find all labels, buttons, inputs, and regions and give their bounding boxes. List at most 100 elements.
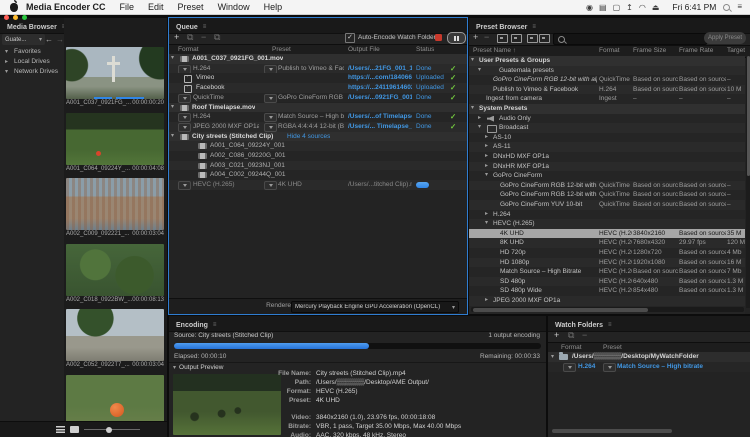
location-dropdown[interactable]: Guate... ▾: [2, 34, 45, 45]
disclosure-icon[interactable]: ▾: [171, 132, 174, 142]
queue-row-output[interactable]: QuickTimeGoPro CineForm RGB 12.../Users/…: [169, 93, 467, 103]
preset-row-jpeg-2000-mxf-op1a[interactable]: ▸JPEG 2000 MXF OP1a: [469, 296, 745, 306]
slider-handle[interactable]: [106, 427, 112, 433]
eject-status-icon[interactable]: ⏏: [652, 3, 660, 12]
queue-row-output[interactable]: HEVC (H.265)4K UHD/Users/...titched Clip…: [169, 180, 467, 190]
queue-row-source[interactable]: A001_C064_09224Y_001: [169, 141, 467, 151]
sync-status-icon[interactable]: ↥: [626, 3, 633, 12]
spotlight-search-icon[interactable]: [723, 4, 730, 11]
preset-row-hd-720p[interactable]: HD 720pHEVC (H.265)1280x720Based on sour…: [469, 248, 745, 258]
media-clip[interactable]: A001_C064_09224Y_...00:00:04:08: [66, 113, 164, 175]
preset-row-user-presets-groups[interactable]: ▾User Presets & Groups: [469, 56, 745, 66]
preset-row-dnxhr-mxf-op1a[interactable]: ▸DNxHR MXF OP1a: [469, 162, 745, 172]
preset-row-gopro-cineform[interactable]: ▾GoPro CineForm: [469, 171, 745, 181]
renderer-dropdown[interactable]: Mercury Playback Engine GPU Acceleration…: [291, 301, 459, 313]
output-file[interactable]: /Users/...titched Clip).mp4: [348, 180, 412, 190]
disclosure-icon[interactable]: ▸: [485, 296, 488, 306]
preset-dropdown[interactable]: [264, 123, 277, 132]
column-header-format[interactable]: Format: [561, 344, 582, 351]
queue-row-group[interactable]: ▾Roof Timelapse.mov: [169, 103, 467, 113]
forward-button[interactable]: →: [56, 35, 64, 44]
tab-watch-folders[interactable]: Watch Folders: [555, 322, 603, 329]
preset-row-system-presets[interactable]: ▾System Presets: [469, 104, 745, 114]
format-dropdown[interactable]: [178, 113, 191, 122]
preset-dropdown[interactable]: [264, 181, 277, 190]
queue-row-publish[interactable]: Vimeohttps://...com/184066142Uploaded✓: [169, 73, 467, 83]
sidebar-item-local-drives[interactable]: ▸Local Drives: [0, 57, 62, 67]
horizontal-scrollbar[interactable]: [471, 307, 744, 312]
queue-row-output[interactable]: H.264Match Source – High bitr.../Users/.…: [169, 112, 467, 122]
output-file[interactable]: /Users/...0921FG_001.mov: [348, 93, 412, 103]
chat-status-icon[interactable]: ▤: [599, 3, 607, 12]
queue-row-output[interactable]: JPEG 2000 MXF OP1aRGBA 4:4:4:4 12-bit (B…: [169, 122, 467, 132]
preset-row-ingest-from-camera[interactable]: Ingest from cameraIngest–––: [469, 94, 745, 104]
disclosure-icon[interactable]: ▾: [485, 219, 488, 229]
media-clip[interactable]: A002_C052_0922T7_...00:00:03:04: [66, 309, 164, 371]
preset-dropdown[interactable]: [603, 363, 616, 372]
media-clip[interactable]: A001_C037_0921FG_...00:00:00:20: [66, 47, 164, 109]
preset-row-gopro-cineform-rgb-12-bit-with-alpha-alias[interactable]: GoPro CineForm RGB 12-bit with alpha (Al…: [469, 75, 745, 85]
preset-row-sd-480p-wide[interactable]: SD 480p WideHEVC (H.265)854x480Based on …: [469, 286, 745, 296]
panel-menu-icon[interactable]: ≡: [213, 322, 217, 329]
preset-row-hd-1080p[interactable]: HD 1080pHEVC (H.265)1920x1080Based on so…: [469, 258, 745, 268]
add-watch-folder-button[interactable]: +: [554, 330, 559, 340]
preset-row-broadcast[interactable]: ▾Broadcast: [469, 123, 745, 133]
menu-item-window[interactable]: Window: [218, 2, 250, 12]
preset-row-guatemala-presets[interactable]: ▾Guatemala presets: [469, 66, 745, 76]
disclosure-icon[interactable]: ▸: [478, 114, 481, 124]
disclosure-icon[interactable]: ▾: [485, 171, 488, 181]
preset-row-audio-only[interactable]: ▸Audio Only: [469, 114, 745, 124]
media-clip[interactable]: [66, 375, 164, 423]
queue-row-publish[interactable]: Facebookhttps://...24119614602283Uploade…: [169, 83, 467, 93]
disclosure-icon[interactable]: ▸: [485, 133, 488, 143]
preset-row-as-10[interactable]: ▸AS-10: [469, 133, 745, 143]
camera-status-icon[interactable]: ◉: [586, 3, 593, 12]
output-file[interactable]: /Users/...21FG_001_1.mp4: [348, 64, 412, 74]
menu-item-preset[interactable]: Preset: [178, 2, 204, 12]
queue-row-group[interactable]: ▾City streets (Stitched Clip)Hide 4 sour…: [169, 132, 467, 142]
hide-sources-link[interactable]: Hide 4 sources: [287, 132, 330, 142]
close-window-button[interactable]: [4, 15, 9, 20]
disclosure-icon[interactable]: ▾: [551, 352, 554, 362]
disclosure-icon[interactable]: ▸: [485, 142, 488, 152]
preset-row-publish-to-vimeo-facebook[interactable]: Publish to Vimeo & FacebookH.264Based on…: [469, 85, 745, 95]
menu-item-help[interactable]: Help: [264, 2, 283, 12]
tab-media-browser[interactable]: Media Browser: [7, 24, 57, 31]
thumbnail-zoom-slider[interactable]: [84, 429, 140, 430]
disclosure-icon[interactable]: ▾: [471, 104, 474, 114]
list-view-icon[interactable]: [56, 426, 65, 433]
preset-row-h-264[interactable]: ▸H.264: [469, 210, 745, 220]
disclosure-icon[interactable]: ▾: [471, 56, 474, 66]
display-status-icon[interactable]: ▢: [613, 3, 621, 12]
preset-dropdown[interactable]: [264, 113, 277, 122]
format-dropdown[interactable]: [178, 65, 191, 74]
output-link[interactable]: https://...com/184066142: [348, 73, 412, 83]
app-menu[interactable]: Media Encoder CC: [26, 2, 106, 12]
queue-row-source[interactable]: A003_C021_0923NJ_001: [169, 161, 467, 171]
watch-folder-row[interactable]: ▾ /Users/▒▒▒▒▒▒/Desktop/MyWatchFolder: [548, 352, 750, 362]
tab-encoding[interactable]: Encoding: [176, 322, 208, 329]
preset-row-gopro-cineform-rgb-12-bit-with-alpha[interactable]: GoPro CineForm RGB 12-bit with alpha...Q…: [469, 190, 745, 200]
disclosure-icon[interactable]: ▸: [485, 162, 488, 172]
watch-folder-output-row[interactable]: H.264 Match Source – High bitrate: [548, 362, 750, 372]
preset-row-as-11[interactable]: ▸AS-11: [469, 142, 745, 152]
output-link[interactable]: https://...24119614602283: [348, 83, 412, 93]
preset-row-hevc-h-265[interactable]: ▾HEVC (H.265): [469, 219, 745, 229]
sidebar-item-network-drives[interactable]: ▾Network Drives: [0, 67, 62, 77]
output-file[interactable]: /Users/... Timelapse_1.mxf: [348, 122, 412, 132]
horizontal-scrollbar[interactable]: [552, 429, 672, 433]
preset-row-sd-480p[interactable]: SD 480pHEVC (H.265)640x480Based on sourc…: [469, 277, 745, 287]
disclosure-icon[interactable]: ▾: [478, 123, 481, 133]
disclosure-icon[interactable]: ▾: [478, 66, 481, 76]
menu-item-file[interactable]: File: [120, 2, 135, 12]
notification-center-icon[interactable]: ≡: [737, 3, 742, 11]
queue-row-source[interactable]: A002_C086_09220G_001: [169, 151, 467, 161]
format-dropdown[interactable]: [178, 123, 191, 132]
apple-menu-icon[interactable]: [10, 3, 18, 12]
preset-dropdown[interactable]: [264, 94, 277, 103]
format-dropdown[interactable]: [563, 363, 576, 372]
duplicate-watch-folder-button[interactable]: ⧉: [568, 330, 574, 340]
minimize-window-button[interactable]: [13, 15, 18, 20]
media-clip[interactable]: A002_C018_0922BW_...00:00:08:13: [66, 244, 164, 306]
thumbnail-view-icon[interactable]: [70, 426, 79, 433]
